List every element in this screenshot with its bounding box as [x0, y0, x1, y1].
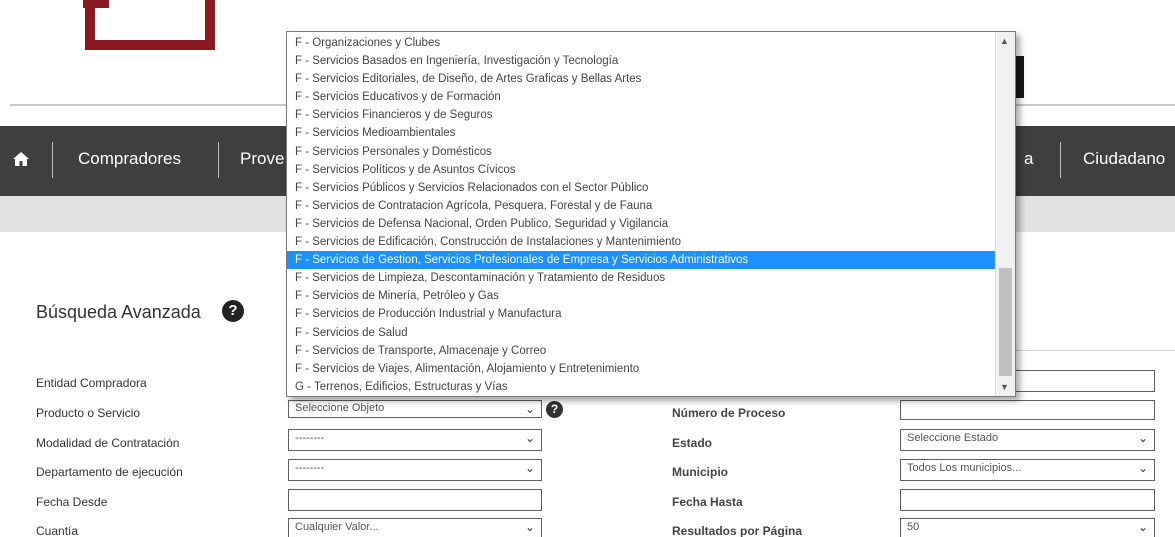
dropdown-option[interactable]: F - Servicios Editoriales, de Diseño, de…	[287, 70, 995, 88]
label-modalidad: Modalidad de Contratación	[36, 436, 180, 450]
dropdown-option[interactable]: F - Servicios de Gestion, Servicios Prof…	[287, 251, 995, 270]
departamento-value: --------	[295, 462, 325, 474]
nav-separator	[218, 142, 219, 178]
logo-mark	[205, 0, 215, 50]
chevron-down-icon: ⌄	[524, 431, 535, 445]
label-cuantia: Cuantía	[36, 524, 79, 537]
cuantia-select[interactable]: Cualquier Valor... ⌄	[288, 518, 542, 537]
label-municipio: Municipio	[672, 465, 728, 479]
scroll-down-icon[interactable]: ▼	[1000, 382, 1009, 392]
help-icon[interactable]: ?	[546, 401, 563, 418]
dropdown-option[interactable]: F - Servicios de Contratacion Agrícola, …	[287, 197, 995, 215]
dropdown-option[interactable]: F - Servicios Políticos y de Asuntos Cív…	[287, 161, 995, 179]
dropdown-option[interactable]: F - Servicios Financieros y de Seguros	[287, 106, 995, 124]
nav-item-partial[interactable]: a	[1024, 149, 1033, 169]
dropdown-option[interactable]: F - Servicios Educativos y de Formación	[287, 88, 995, 106]
dropdown-option[interactable]: F - Servicios de Producción Industrial y…	[287, 305, 995, 323]
scrollbar[interactable]: ▲ ▼	[995, 32, 1015, 396]
nav-item-compradores[interactable]: Compradores	[78, 149, 181, 169]
dropdown-option[interactable]: F - Servicios Públicos y Servicios Relac…	[287, 179, 995, 197]
scroll-up-icon[interactable]: ▲	[1000, 36, 1009, 46]
scrollbar-thumb[interactable]	[999, 268, 1012, 376]
dropdown-option[interactable]: F - Servicios Medioambientales	[287, 124, 995, 142]
label-resultados: Resultados por Página	[672, 524, 803, 537]
nav-separator	[1060, 142, 1061, 178]
chevron-down-icon: ⌄	[1137, 431, 1148, 445]
label-fecha-hasta: Fecha Hasta	[672, 495, 743, 509]
label-numero-proceso: Número de Proceso	[672, 406, 786, 420]
dropdown-option[interactable]: F - Servicios de Limpieza, Descontaminac…	[287, 269, 995, 287]
fecha-desde-input[interactable]	[288, 489, 542, 511]
estado-value: Seleccione Estado	[907, 432, 999, 444]
label-fecha-desde: Fecha Desde	[36, 495, 108, 509]
departamento-select[interactable]: -------- ⌄	[288, 459, 542, 481]
label-entidad: Entidad Compradora	[36, 376, 147, 390]
home-icon[interactable]	[12, 150, 30, 168]
options-list: F - Organizaciones y Clubes F - Servicios…	[287, 34, 995, 396]
producto-select[interactable]: Seleccione Objeto ⌄	[288, 400, 542, 418]
resultados-value: 50	[907, 521, 920, 533]
dropdown-option[interactable]: F - Servicios de Salud	[287, 324, 995, 342]
municipio-select[interactable]: Todos Los municipios... ⌄	[900, 459, 1155, 481]
modalidad-value: --------	[295, 432, 325, 444]
estado-select[interactable]: Seleccione Estado ⌄	[900, 429, 1155, 451]
entidad-input[interactable]	[1012, 370, 1155, 392]
dropdown-option[interactable]: F - Servicios de Minería, Petróleo y Gas	[287, 287, 995, 305]
municipio-value: Todos Los municipios...	[907, 462, 1022, 474]
dropdown-option[interactable]: F - Servicios de Edificación, Construcci…	[287, 233, 995, 251]
page-title: Búsqueda Avanzada	[36, 302, 201, 322]
nav-item-proveedores[interactable]: Prove	[240, 149, 284, 169]
dropdown-option[interactable]: F - Organizaciones y Clubes	[287, 34, 995, 52]
dropdown-option[interactable]: F - Servicios Basados en Ingeniería, Inv…	[287, 52, 995, 70]
fecha-hasta-input[interactable]	[900, 489, 1155, 511]
dropdown-option[interactable]: F - Servicios Personales y Domésticos	[287, 143, 995, 161]
modalidad-select[interactable]: -------- ⌄	[288, 429, 542, 451]
help-icon[interactable]: ?	[222, 300, 244, 322]
dropdown-option[interactable]: F - Servicios de Defensa Nacional, Orden…	[287, 215, 995, 233]
chevron-down-icon: ⌄	[524, 402, 535, 416]
producto-dropdown-list[interactable]: F - Organizaciones y Clubes F - Servicios…	[286, 31, 1016, 397]
chevron-down-icon: ⌄	[524, 520, 535, 534]
cuantia-value: Cualquier Valor...	[295, 521, 379, 533]
label-estado: Estado	[672, 436, 713, 450]
section-divider	[1010, 350, 1175, 351]
label-departamento: Departamento de ejecución	[36, 465, 183, 479]
resultados-select[interactable]: 50 ⌄	[900, 518, 1155, 537]
label-producto: Producto o Servicio	[36, 406, 141, 420]
dropdown-option[interactable]: G - Terrenos, Edificios, Estructuras y V…	[287, 378, 995, 396]
dropdown-option[interactable]: F - Servicios de Transporte, Almacenaje …	[287, 342, 995, 360]
chevron-down-icon: ⌄	[524, 461, 535, 475]
logo-mark	[85, 40, 215, 50]
producto-value: Seleccione Objeto	[295, 402, 385, 414]
nav-separator	[52, 142, 53, 178]
chevron-down-icon: ⌄	[1137, 520, 1148, 534]
numero-proceso-input[interactable]	[900, 400, 1155, 420]
site-logo[interactable]	[83, 0, 215, 50]
nav-item-ciudadano[interactable]: Ciudadano	[1083, 149, 1165, 169]
dropdown-option[interactable]: F - Servicios de Viajes, Alimentación, A…	[287, 360, 995, 378]
chevron-down-icon: ⌄	[1137, 461, 1148, 475]
